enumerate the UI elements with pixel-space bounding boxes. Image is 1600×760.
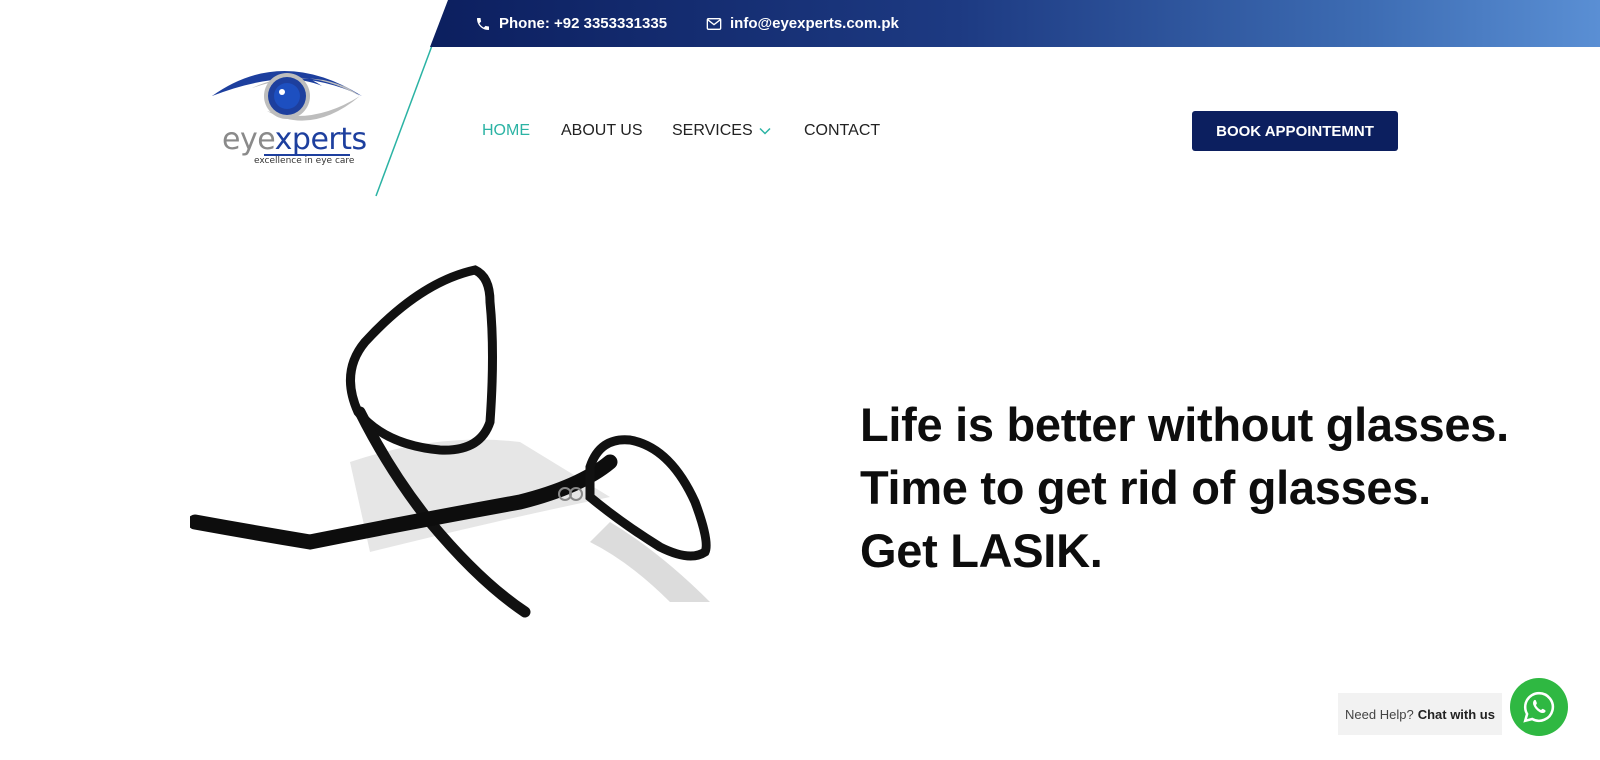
- nav-services-label: SERVICES: [672, 122, 753, 139]
- nav-contact[interactable]: CONTACT: [804, 122, 880, 140]
- headline-line-1: Life is better without glasses.: [860, 398, 1509, 451]
- book-appointment-button[interactable]: BOOK APPOINTEMNT: [1192, 111, 1398, 151]
- phone-text: Phone: +92 3353331335: [499, 15, 668, 32]
- help-prefix: Need Help?: [1345, 706, 1414, 722]
- top-contact-bar: Phone: +92 3353331335 info@eyexperts.com…: [430, 0, 1600, 47]
- eye-logo-icon: [212, 71, 362, 121]
- phone-link[interactable]: Phone: +92 3353331335: [475, 15, 667, 32]
- envelope-icon: [706, 17, 722, 30]
- help-action: Chat with us: [1417, 706, 1495, 722]
- whatsapp-chat-button[interactable]: [1510, 678, 1568, 736]
- chevron-down-icon: [759, 127, 771, 135]
- phone-icon: [477, 17, 489, 30]
- email-link[interactable]: info@eyexperts.com.pk: [706, 15, 899, 32]
- nav-about-us[interactable]: ABOUT US: [561, 122, 643, 140]
- logo-tagline: excellence in eye care: [254, 156, 355, 166]
- headline-line-2: Time to get rid of glasses.: [860, 461, 1431, 514]
- whatsapp-icon: [1523, 691, 1555, 723]
- nav-home[interactable]: HOME: [482, 122, 530, 140]
- logo-wordmark: eyexperts: [222, 122, 367, 157]
- need-help-box[interactable]: Need Help? Chat with us: [1338, 693, 1502, 735]
- nav-services[interactable]: SERVICES: [672, 122, 771, 140]
- hero-headline: Life is better without glasses. Time to …: [860, 393, 1580, 582]
- eyexperts-logo[interactable]: eyexperts excellence in eye care: [212, 66, 367, 168]
- email-text: info@eyexperts.com.pk: [730, 15, 899, 32]
- eyeglasses-image: [190, 265, 711, 618]
- headline-line-3: Get LASIK.: [860, 524, 1103, 577]
